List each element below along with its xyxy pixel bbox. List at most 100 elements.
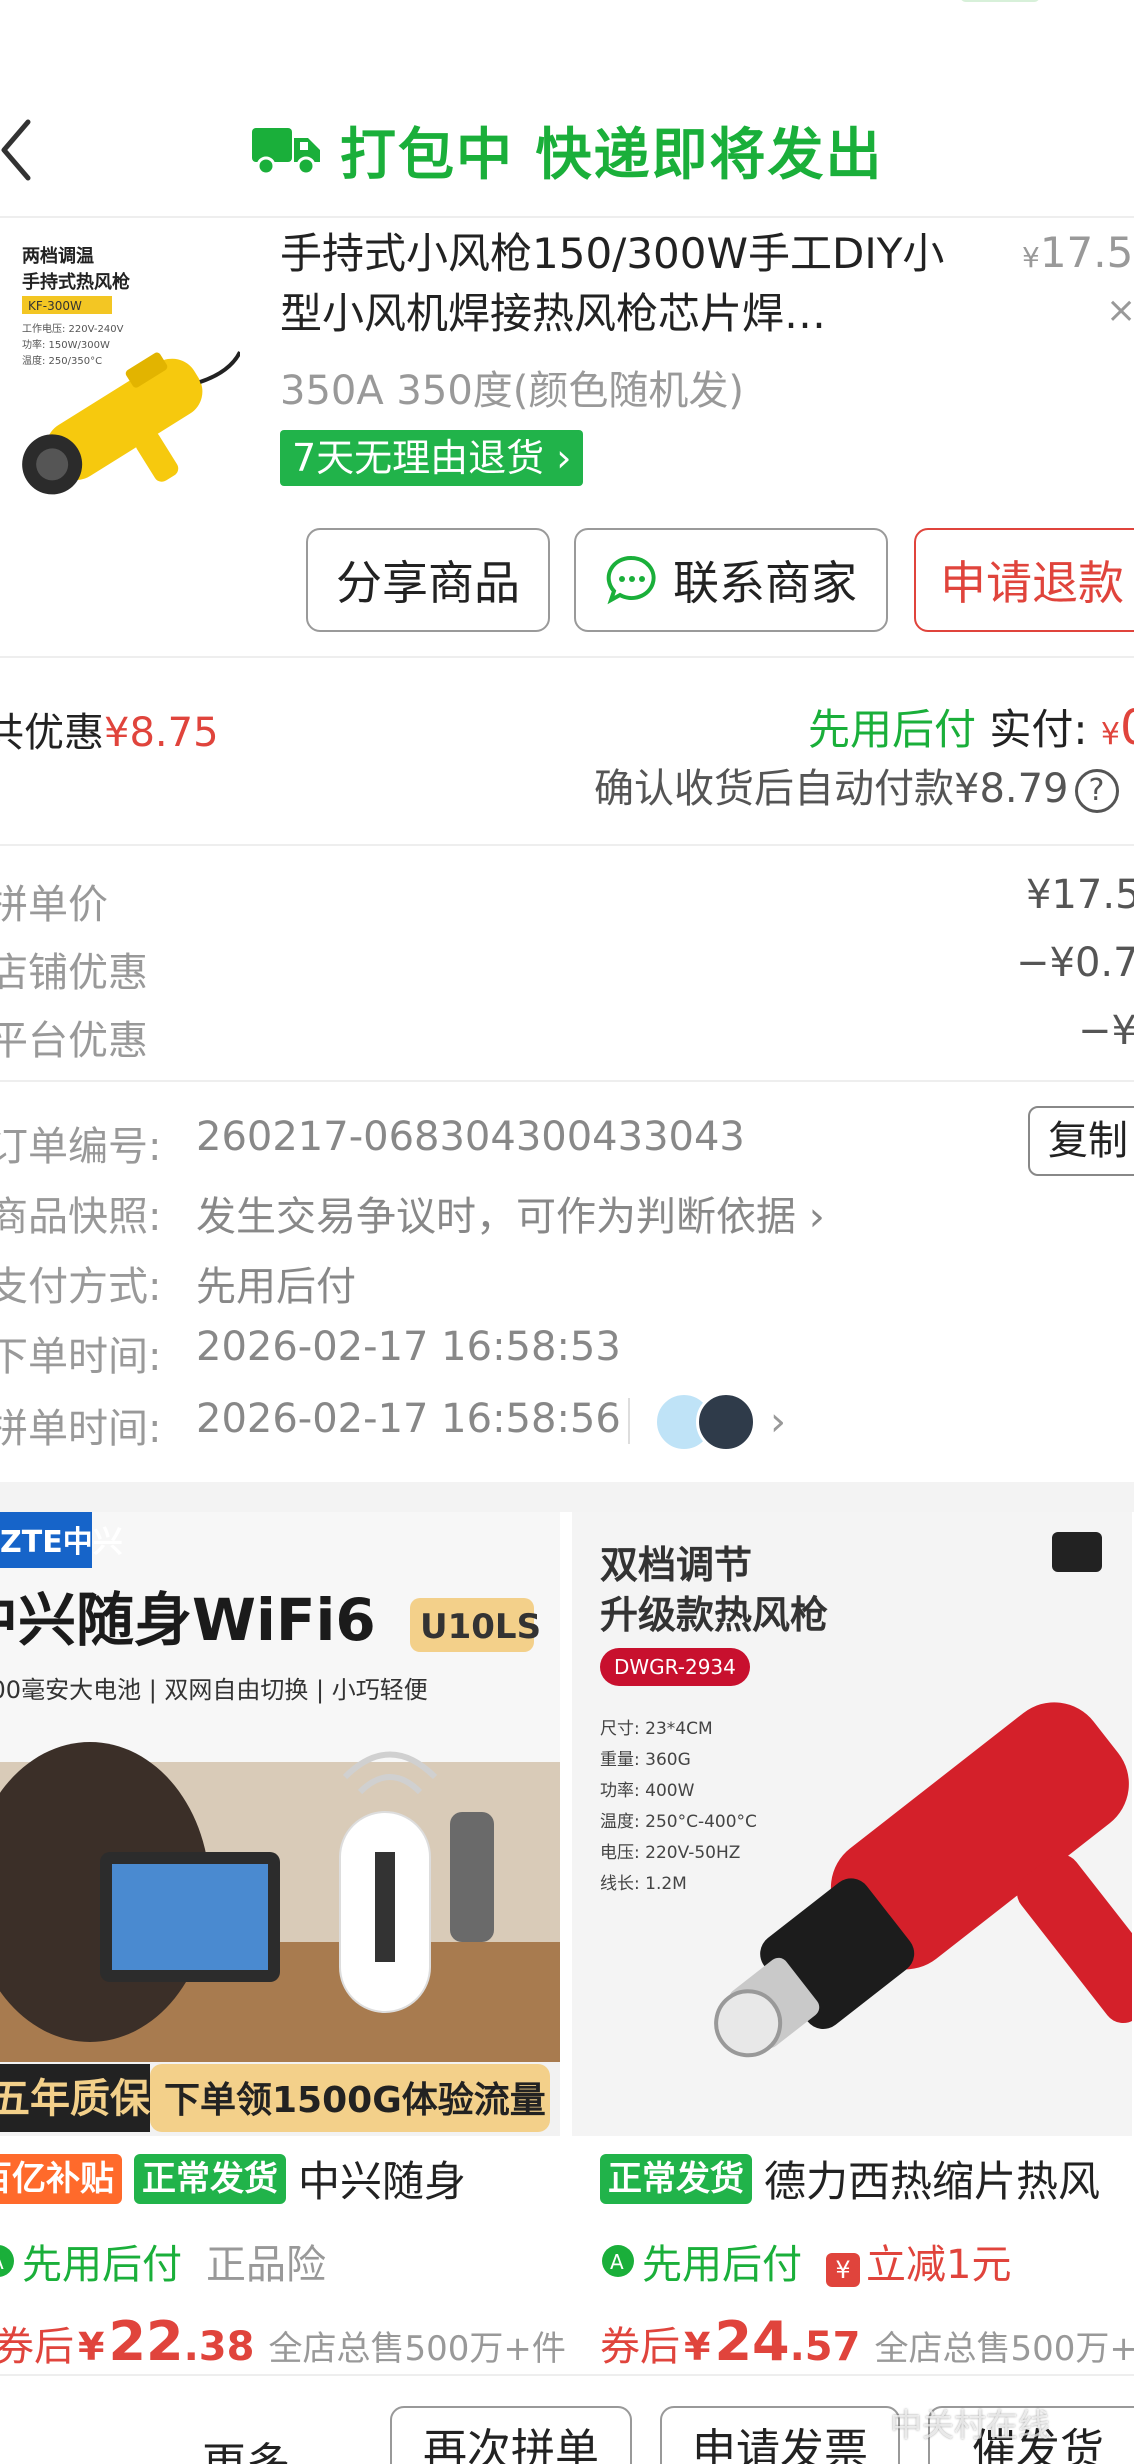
product-image-spec3: 温度: 250/350°C — [22, 354, 102, 367]
order-time-label: 下单时间: — [0, 1334, 162, 1380]
model-tag: U10LS — [420, 1607, 541, 1647]
copy-button[interactable]: 复制 — [1028, 1106, 1134, 1176]
price-prefix: 券后 — [0, 2324, 74, 2370]
card-headline: 中兴随身WiFi6 — [0, 1586, 376, 1654]
divider — [0, 656, 1134, 658]
card-headline: 双档调节 — [600, 1543, 752, 1587]
product-image[interactable]: 两档调温 手持式热风枪 KF-300W 工作电压: 220V-240V 功率: … — [0, 232, 240, 502]
price-row-label: 平台优惠 — [0, 1018, 148, 1064]
product-name[interactable]: 手持式小风枪150/300W手工DIY小型小风机焊接热风枪芯片焊… — [280, 224, 970, 344]
price-decimal: .57 — [789, 2324, 861, 2370]
shipping-tag: 正常发货 — [134, 2153, 286, 2204]
sales-count: 全店总售500万+件 — [268, 2329, 566, 2369]
price-symbol: ¥ — [78, 2325, 105, 2369]
discount-icon: ¥ — [826, 2253, 860, 2287]
recommendation-card[interactable]: 双档调节 升级款热风枪 DWGR-2934 尺寸: 23*4CM 重量: 360… — [572, 1512, 1134, 2373]
recommendation-price: 券后 ¥ 24 .57 全店总售500万+ — [600, 2310, 1134, 2373]
auto-pay-text: 确认收货后自动付款¥8.79 — [594, 766, 1069, 812]
section-gap — [0, 1482, 1134, 1512]
help-icon[interactable]: ? — [1074, 769, 1119, 813]
spec-line: 功率: 400W — [600, 1781, 695, 1801]
chevron-left-icon — [1, 119, 31, 181]
recommendation-name: 德力西热缩片热风 — [764, 2157, 1101, 2206]
discount-label: 立减1元 — [866, 2242, 1012, 2288]
paid-value: 0 — [1120, 700, 1134, 756]
header: 打包中 快递即将发出 — [0, 90, 1134, 210]
snapshot-label: 商品快照: — [0, 1194, 162, 1240]
payment-method-label: 支付方式: — [0, 1264, 162, 1310]
product-image-spec1: 工作电压: 220V-240V — [22, 322, 124, 335]
group-members[interactable]: › — [654, 1392, 786, 1452]
auto-pay-note: 确认收货后自动付款¥8.79? — [594, 756, 1119, 814]
chat-icon — [606, 555, 656, 605]
watermark: 中关村在线 — [890, 2406, 1051, 2444]
refund-button[interactable]: 申请退款 — [914, 528, 1134, 632]
contact-seller-label: 联系商家 — [673, 556, 857, 610]
product-price: ¥17.54 — [1022, 228, 1134, 277]
invoice-button[interactable]: 申请发票 — [660, 2406, 900, 2464]
product-spec: 350A 350度(颜色随机发) — [280, 368, 744, 414]
price-integer: 22 — [108, 2310, 184, 2373]
divider — [0, 1080, 1134, 1082]
page-title: 打包中 快递即将发出 — [250, 110, 884, 190]
product-image-spec2: 功率: 150W/300W — [22, 338, 110, 351]
svg-text:A: A — [610, 2250, 624, 2274]
recommendation-benefits: A 先用后付 ¥ 立减1元 — [600, 2232, 1011, 2290]
warranty-badge: 五年质保 — [0, 2076, 151, 2122]
order-number: 260217-068304300433043 — [196, 1114, 745, 1160]
recommendation-title[interactable]: 百亿补贴 正常发货 中兴随身 — [0, 2148, 466, 2209]
order-number-label: 订单编号: — [0, 1124, 162, 1170]
badge-icon: A — [0, 2245, 14, 2277]
divider — [0, 216, 1134, 218]
spec-line: 温度: 250°C-400°C — [600, 1812, 757, 1832]
product-image-line1: 两档调温 — [22, 245, 94, 267]
shipping-tag: 正常发货 — [600, 2153, 752, 2204]
model-tag: DWGR-2934 — [614, 1655, 736, 1679]
product-image-model: KF-300W — [28, 299, 82, 313]
payment-method: 先用后付 — [196, 1264, 356, 1310]
divider — [0, 844, 1134, 846]
discount-label: 共优惠 — [0, 710, 104, 756]
group-time-label: 拼单时间: — [0, 1406, 162, 1452]
recommendation-benefits: A 先用后付 正品险 — [0, 2232, 326, 2290]
group-time: 2026-02-17 16:58:56 — [196, 1396, 621, 1442]
page-title-text: 打包中 快递即将发出 — [340, 122, 884, 188]
share-button[interactable]: 分享商品 — [306, 528, 550, 632]
snapshot-link[interactable]: 发生交易争议时，可作为判断依据 › — [196, 1184, 825, 1242]
discount-value: ¥8.75 — [104, 710, 219, 756]
product-image-line2: 手持式热风枪 — [22, 271, 130, 293]
return-policy-badge[interactable]: 7天无理由退货 › — [280, 430, 584, 486]
pay-later-label: 先用后付 — [642, 2242, 802, 2288]
price-row-value: −¥0.75 — [1016, 940, 1134, 986]
recommendation-image[interactable]: ZTE中兴 中兴随身WiFi6 U10LS 6000毫安大电池 | 双网自由切换… — [0, 1512, 560, 2136]
insurance-label: 正品险 — [206, 2242, 326, 2288]
chevron-right-icon: › — [770, 1399, 786, 1445]
spec-line: 电压: 220V-50HZ — [600, 1843, 740, 1863]
more-button[interactable]: 更多 — [202, 2428, 290, 2464]
pay-method-tag: 先用后付 — [808, 705, 977, 754]
contact-seller-button[interactable]: 联系商家 — [574, 528, 888, 632]
spec-line: 重量: 360G — [600, 1750, 691, 1770]
recommendation-card[interactable]: ZTE中兴 中兴随身WiFi6 U10LS 6000毫安大电池 | 双网自由切换… — [0, 1512, 566, 2373]
svg-text:A: A — [0, 2250, 4, 2274]
regroup-button[interactable]: 再次拼单 — [390, 2406, 632, 2464]
recommendation-name: 中兴随身 — [298, 2157, 467, 2206]
close-icon: × — [1106, 290, 1134, 331]
card-headline: 升级款热风枪 — [600, 1593, 828, 1637]
price-row-label: 拼单价 — [0, 882, 108, 928]
recommendation-title[interactable]: 正常发货 德力西热缩片热风 — [600, 2148, 1100, 2209]
recommendation-price: 券后 ¥ 22 .38 全店总售500万+件 — [0, 2310, 566, 2373]
brand-label: ZTE中兴 — [0, 1525, 123, 1560]
price-integer: 24 — [714, 2310, 790, 2373]
price-row-label: 店铺优惠 — [0, 950, 148, 996]
price-decimal: .38 — [183, 2324, 255, 2370]
spec-line: 线长: 1.2M — [600, 1874, 687, 1894]
price-row-value: −¥8 — [1078, 1008, 1134, 1054]
sales-count: 全店总售500万+ — [874, 2329, 1134, 2369]
price-prefix: 券后 — [600, 2324, 680, 2370]
back-button[interactable] — [0, 110, 60, 190]
divider — [628, 1398, 630, 1444]
status-indicator — [960, 0, 1040, 2]
recommendation-image[interactable]: 双档调节 升级款热风枪 DWGR-2934 尺寸: 23*4CM 重量: 360… — [572, 1512, 1132, 2136]
total-discount: 共优惠¥8.75 — [0, 700, 219, 758]
